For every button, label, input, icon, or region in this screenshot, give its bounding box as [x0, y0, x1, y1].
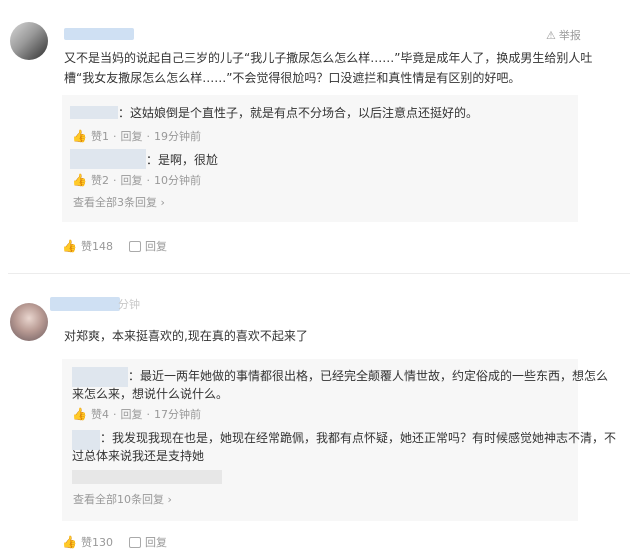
thumbs-up-icon[interactable]: 👍 — [62, 535, 77, 549]
comment-body: 对郑爽，本来挺喜欢的,现在真的喜欢不起来了 — [64, 329, 308, 343]
avatar[interactable] — [10, 303, 48, 341]
reply-time: 17分钟前 — [153, 408, 201, 421]
reply-button[interactable]: 回复 — [120, 128, 142, 144]
thumbs-up-icon[interactable]: 👍 — [72, 129, 87, 143]
reply-text: ：最近一两年她做的事情都很出格，已经完全颠覆人情世故，约定俗成的一些东西，想怎么 — [128, 369, 609, 383]
reply-icon[interactable] — [128, 240, 141, 252]
reply-button[interactable]: 回复 — [145, 534, 167, 550]
comment-time-blurred: 分钟 — [118, 298, 140, 311]
comment-body: 又不是当妈的说起自己三岁的儿子“我儿子撒尿怎么怎么样……”毕竟是成年人了，换成男… — [64, 51, 593, 85]
like-count[interactable]: 赞148 — [81, 238, 113, 254]
reply-time: 10分钟前 — [153, 174, 201, 187]
view-all-replies-link[interactable]: 查看全部10条回复 › — [73, 491, 172, 507]
thumbs-up-icon[interactable]: 👍 — [62, 239, 77, 253]
reply-text: ：这姑娘倒是个直性子，就是有点不分场合，以后注意点还挺好的。 — [118, 106, 479, 120]
reply-meta-blurred — [72, 470, 222, 484]
avatar[interactable] — [10, 22, 48, 60]
reply-username-blurred[interactable] — [70, 106, 118, 119]
reply-icon[interactable] — [128, 536, 141, 548]
reply-like-count[interactable]: 赞4 — [91, 406, 109, 422]
reply-meta: 👍 赞1 · 回复 · 19分钟前 — [72, 128, 201, 144]
reply-time: 19分钟前 — [153, 130, 201, 143]
chevron-right-icon: › — [160, 196, 165, 209]
warning-icon: ⚠ — [546, 28, 556, 42]
comment-footer: 👍 赞130 回复 — [62, 534, 167, 550]
reply-text-cont: 来怎么来，想说什么说什么。 — [72, 387, 229, 401]
thumbs-up-icon[interactable]: 👍 — [72, 407, 87, 421]
reply-like-count[interactable]: 赞1 — [91, 128, 109, 144]
reply-like-count[interactable]: 赞2 — [91, 172, 109, 188]
username-blurred[interactable] — [64, 28, 134, 40]
view-all-replies-link[interactable]: 查看全部3条回复 › — [73, 194, 165, 210]
reply-text: ：我发现我现在也是，她现在经常跪佩，我都有点怀疑，她还正常吗？有时候感觉她神志不… — [100, 431, 617, 445]
reply-meta: 👍 赞4 · 回复 · 17分钟前 — [72, 406, 201, 422]
username-blurred[interactable] — [50, 297, 120, 311]
reply-meta: 👍 赞2 · 回复 · 10分钟前 — [72, 172, 201, 188]
comment-footer: 👍 赞148 回复 — [62, 238, 167, 254]
reply-button[interactable]: 回复 — [145, 238, 167, 254]
reply-button[interactable]: 回复 — [120, 406, 142, 422]
chevron-right-icon: › — [167, 493, 172, 506]
reply-text-cont: 过总体来说我还是支持她 — [72, 449, 205, 463]
like-count[interactable]: 赞130 — [81, 534, 113, 550]
reply-button[interactable]: 回复 — [120, 172, 142, 188]
thumbs-up-icon[interactable]: 👍 — [72, 173, 87, 187]
reply-username-blurred[interactable] — [70, 149, 146, 169]
divider — [8, 273, 630, 274]
report-button[interactable]: ⚠ 举报 — [546, 27, 581, 43]
reply-text: ：是啊，很尬 — [146, 153, 219, 167]
